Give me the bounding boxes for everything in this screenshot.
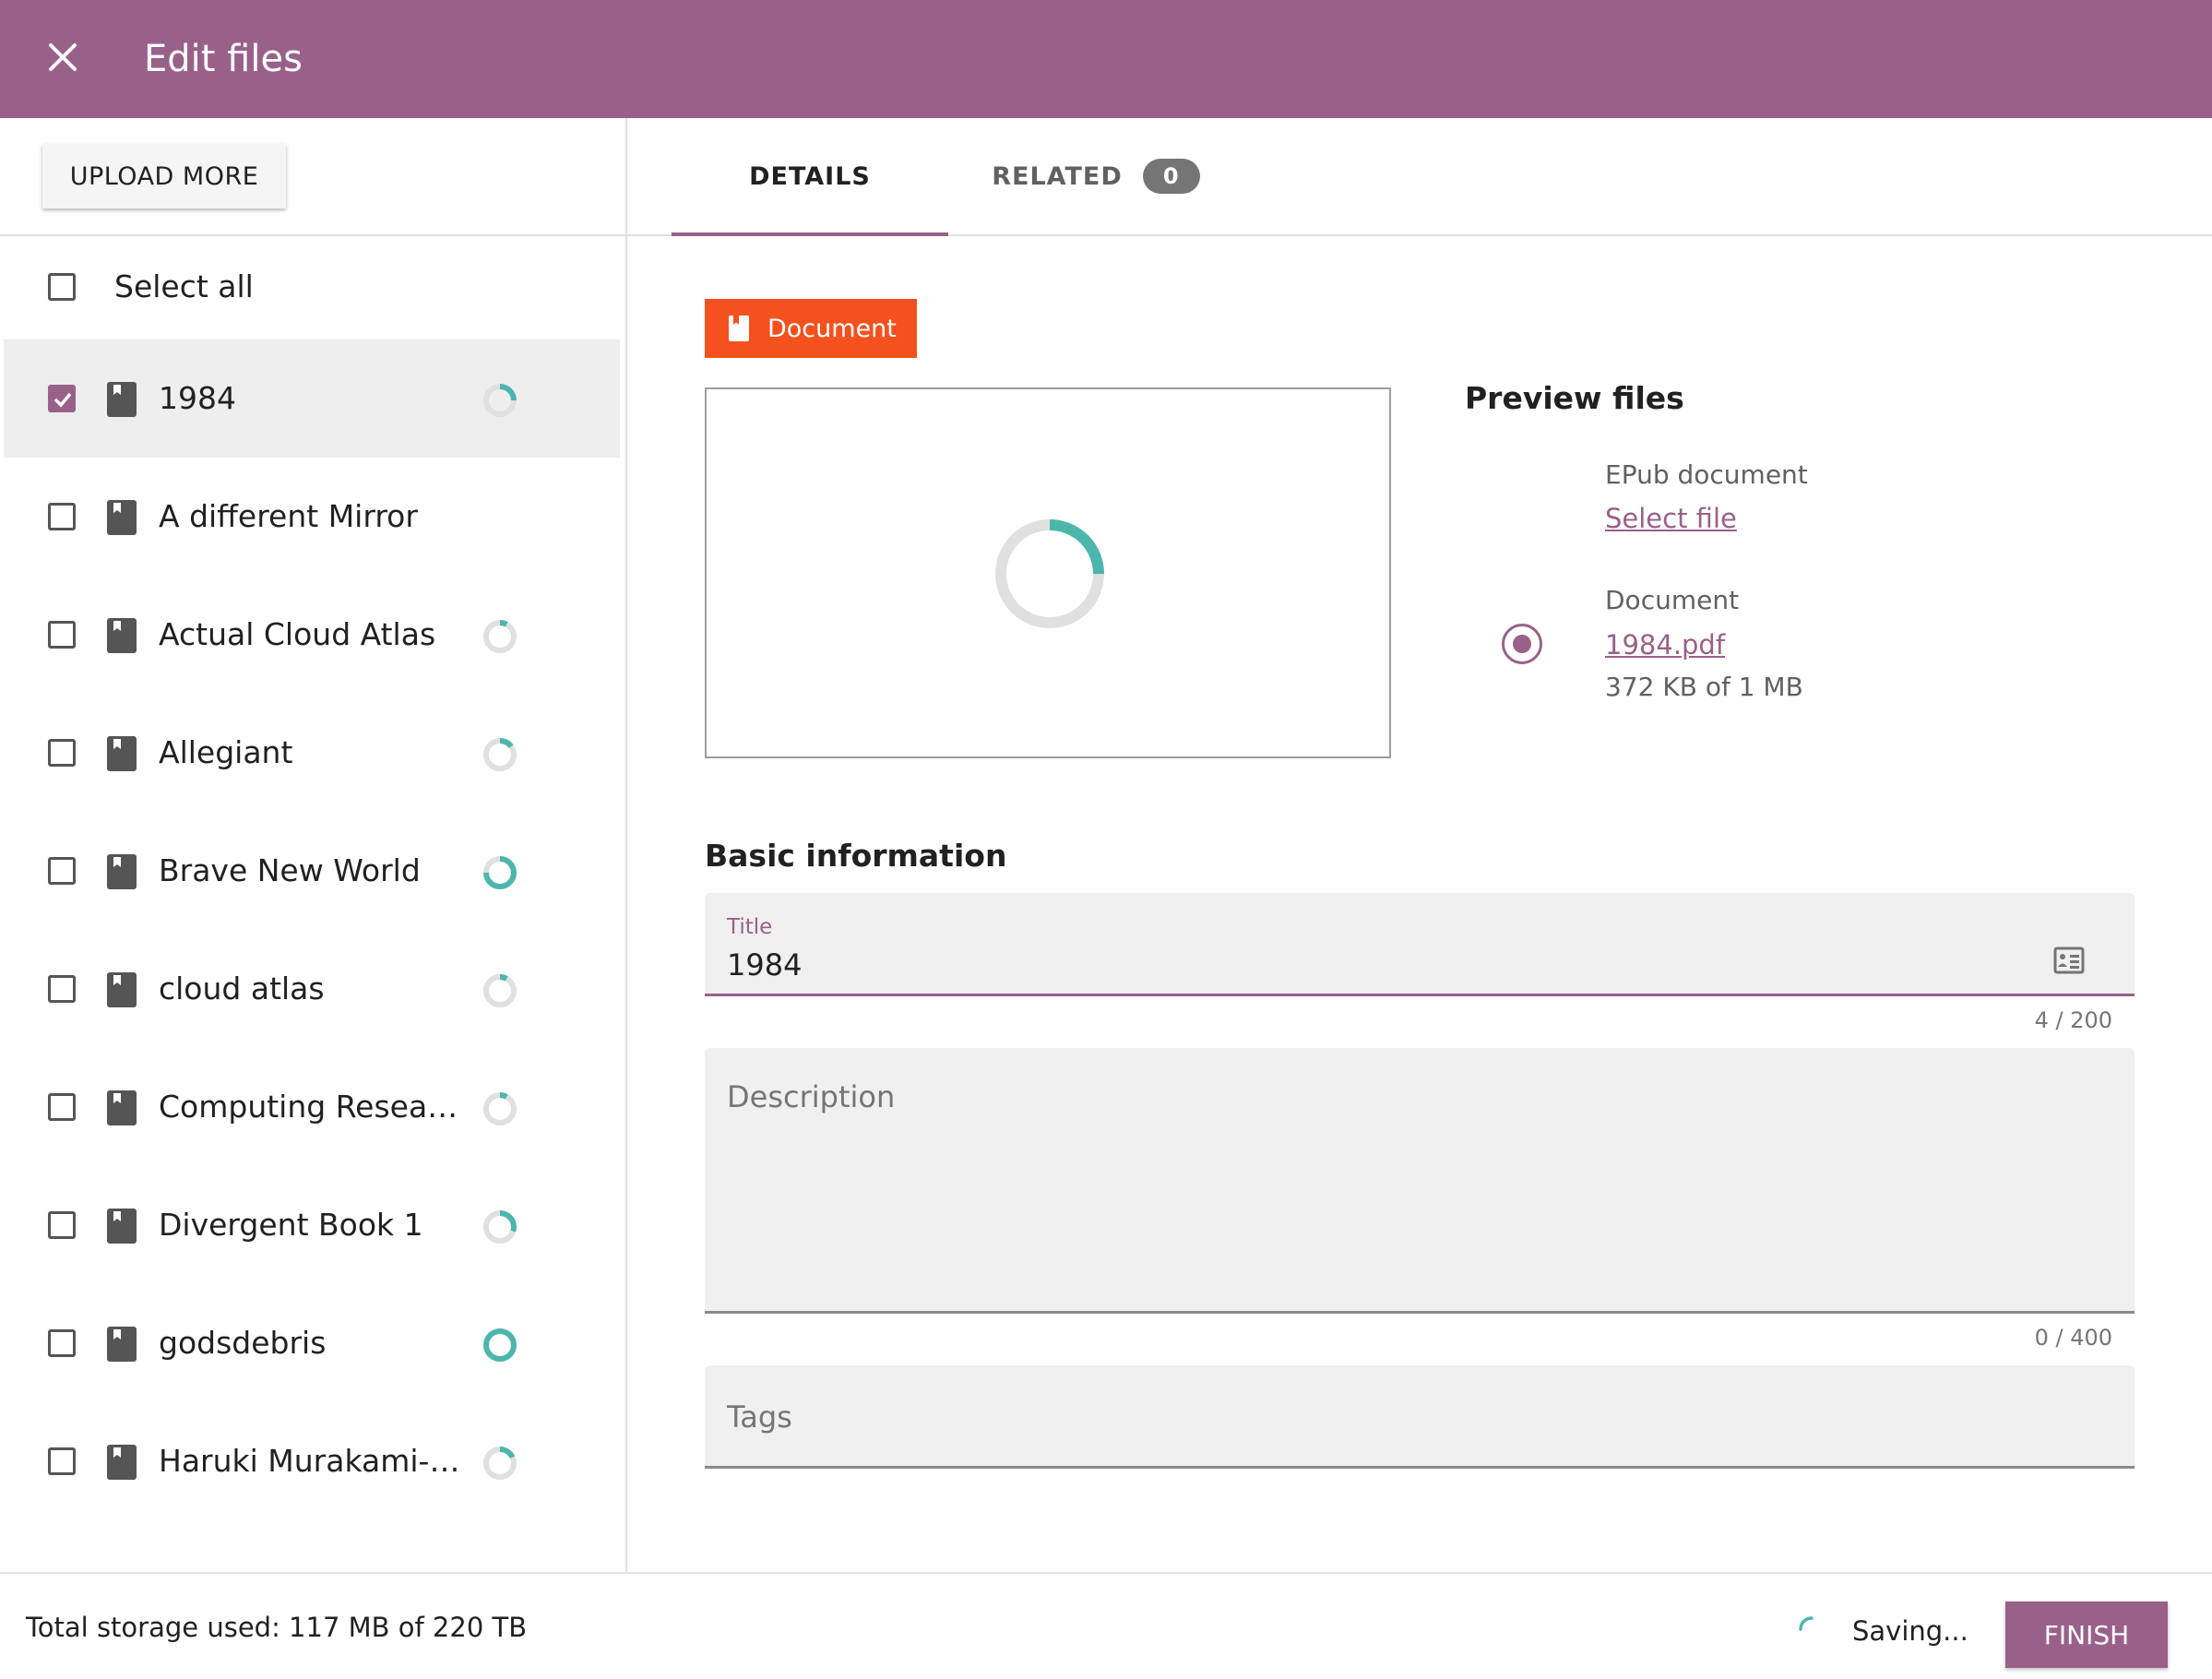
upload-progress-icon — [483, 1092, 517, 1125]
file-name: Brave New World — [159, 852, 421, 888]
book-icon — [107, 1445, 137, 1480]
book-icon — [107, 1327, 137, 1362]
saving-spinner-icon — [1799, 1616, 1814, 1631]
tab-details[interactable]: DETAILS — [672, 118, 948, 236]
upload-progress-icon — [483, 856, 517, 889]
file-list-item[interactable]: A different Mirror — [0, 458, 625, 576]
file-name: cloud atlas — [159, 970, 325, 1006]
preview-files-title: Preview files — [1465, 380, 1684, 416]
type-chip-label: Document — [767, 314, 897, 343]
tags-input[interactable] — [727, 1397, 2111, 1437]
file-preview — [705, 387, 1391, 758]
file-name: Computing Researc... — [159, 1089, 469, 1125]
tags-field[interactable] — [705, 1365, 2135, 1469]
file-name: Haruki Murakami-1... — [159, 1443, 469, 1479]
upload-progress-icon — [483, 1210, 517, 1244]
file-list-item[interactable]: Divergent Book 1 — [0, 1166, 625, 1284]
file-name: godsdebris — [159, 1325, 327, 1361]
title-field[interactable]: Title — [705, 893, 2135, 996]
title-char-counter: 4 / 200 — [2034, 1007, 2112, 1033]
title-field-label: Title — [727, 915, 773, 939]
finish-button[interactable]: FINISH — [2005, 1602, 2168, 1668]
tabs: DETAILS RELATED 0 — [627, 118, 2212, 236]
related-count-badge: 0 — [1142, 159, 1200, 194]
book-icon — [107, 972, 137, 1007]
file-name: Allegiant — [159, 734, 293, 770]
info-card-icon[interactable] — [2053, 947, 2085, 974]
file-checkbox[interactable] — [48, 503, 76, 530]
document-file-link[interactable]: 1984.pdf — [1605, 626, 1725, 663]
book-icon — [107, 1209, 137, 1244]
description-char-counter: 0 / 400 — [2034, 1325, 2112, 1351]
description-input[interactable] — [727, 1079, 2111, 1282]
upload-more-button[interactable]: UPLOAD MORE — [42, 144, 286, 208]
upload-progress-icon — [483, 620, 517, 653]
loading-spinner-icon — [995, 519, 1104, 628]
file-name: Divergent Book 1 — [159, 1207, 423, 1243]
footer: Total storage used: 117 MB of 220 TB Sav… — [0, 1572, 2212, 1679]
book-icon — [107, 736, 137, 771]
description-field[interactable] — [705, 1048, 2135, 1314]
storage-usage: Total storage used: 117 MB of 220 TB — [26, 1612, 528, 1643]
upload-progress-icon — [483, 384, 517, 417]
file-name: A different Mirror — [159, 498, 418, 534]
upload-progress-icon — [483, 738, 517, 771]
file-list-item[interactable]: godsdebris — [0, 1284, 625, 1402]
file-checkbox[interactable] — [48, 1093, 76, 1121]
epub-select-file-link[interactable]: Select file — [1605, 500, 1737, 537]
file-checkbox[interactable] — [48, 857, 76, 885]
document-label: Document — [1605, 585, 1740, 615]
tab-related[interactable]: RELATED 0 — [985, 118, 1207, 234]
file-list-item[interactable]: Computing Researc... — [0, 1048, 625, 1166]
upload-progress-icon — [483, 1447, 517, 1480]
type-chip: Document — [705, 299, 917, 358]
file-checkbox[interactable] — [48, 385, 76, 412]
book-icon — [107, 382, 137, 417]
app-header: Edit files — [0, 0, 2212, 118]
file-name: 1984 — [159, 380, 236, 416]
epub-document-label: EPub document — [1605, 459, 1808, 490]
book-icon — [107, 500, 137, 535]
book-icon — [107, 618, 137, 653]
file-list-item[interactable]: Haruki Murakami-1... — [0, 1402, 625, 1520]
document-file-size: 372 KB of 1 MB — [1605, 672, 1803, 702]
book-icon — [729, 316, 749, 341]
file-checkbox[interactable] — [48, 621, 76, 649]
book-icon — [107, 1090, 137, 1125]
file-checkbox[interactable] — [48, 975, 76, 1003]
select-all-row[interactable]: Select all — [0, 236, 625, 339]
tab-details-label: DETAILS — [749, 161, 871, 191]
file-list-item[interactable]: Brave New World — [0, 812, 625, 930]
primary-file-radio[interactable] — [1502, 624, 1542, 664]
file-checkbox[interactable] — [48, 739, 76, 767]
title-input[interactable] — [727, 945, 2018, 985]
file-checkbox[interactable] — [48, 1211, 76, 1239]
select-all-label: Select all — [114, 268, 254, 304]
file-checkbox[interactable] — [48, 1329, 76, 1357]
file-sidebar: UPLOAD MORE Select all 1984 A different M… — [0, 118, 627, 1572]
select-all-checkbox[interactable] — [48, 273, 76, 301]
upload-area: UPLOAD MORE — [0, 118, 625, 236]
book-icon — [107, 854, 137, 889]
page-title: Edit files — [144, 38, 303, 80]
file-list-item[interactable]: 1984 — [4, 339, 620, 458]
file-list-item[interactable]: Allegiant — [0, 694, 625, 812]
close-icon[interactable] — [39, 33, 87, 81]
file-list: 1984 A different Mirror Actual Cloud Atlas… — [0, 339, 625, 1520]
upload-progress-icon — [483, 974, 517, 1007]
saving-status: Saving... — [1852, 1615, 1968, 1647]
basic-information-heading: Basic information — [705, 838, 1007, 874]
file-name: Actual Cloud Atlas — [159, 616, 436, 652]
file-list-item[interactable]: Actual Cloud Atlas — [0, 576, 625, 694]
tab-related-label: RELATED — [992, 161, 1123, 191]
file-checkbox[interactable] — [48, 1447, 76, 1475]
file-list-item[interactable]: cloud atlas — [0, 930, 625, 1048]
upload-progress-icon — [483, 1328, 517, 1362]
